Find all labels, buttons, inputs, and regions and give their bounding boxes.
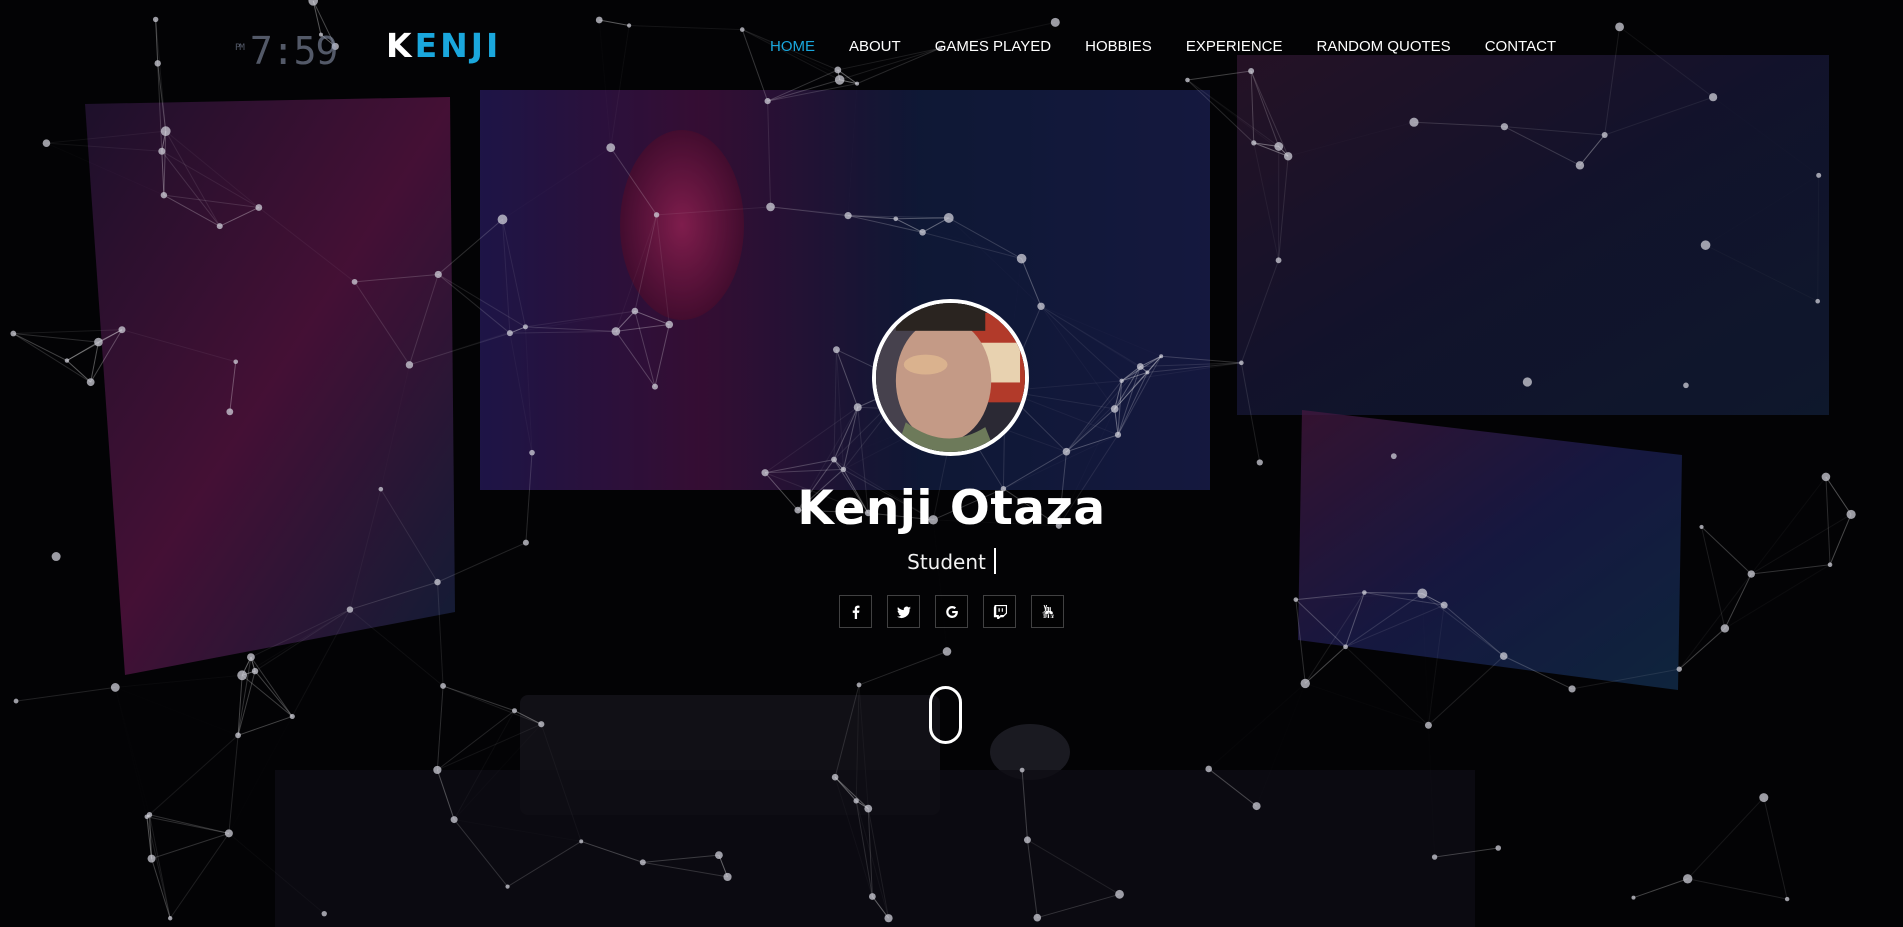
facebook-icon [852, 605, 859, 619]
hero-role: Student [0, 548, 1903, 574]
social-links [839, 595, 1064, 628]
twitch-icon [993, 604, 1007, 619]
youtube-icon [1041, 604, 1054, 618]
twitter-link[interactable] [887, 595, 920, 628]
hero-name: Kenji Otaza [797, 481, 1106, 536]
scroll-down-indicator[interactable] [929, 686, 962, 744]
facebook-link[interactable] [839, 595, 872, 628]
twitch-link[interactable] [983, 595, 1016, 628]
twitter-icon [896, 606, 911, 618]
youtube-link[interactable] [1031, 595, 1064, 628]
google-icon [945, 605, 958, 618]
hero-section: Kenji Otaza Student [0, 0, 1903, 927]
profile-avatar [872, 299, 1029, 456]
typing-cursor [993, 548, 996, 574]
google-link[interactable] [935, 595, 968, 628]
typed-role-text: Student [907, 550, 986, 574]
